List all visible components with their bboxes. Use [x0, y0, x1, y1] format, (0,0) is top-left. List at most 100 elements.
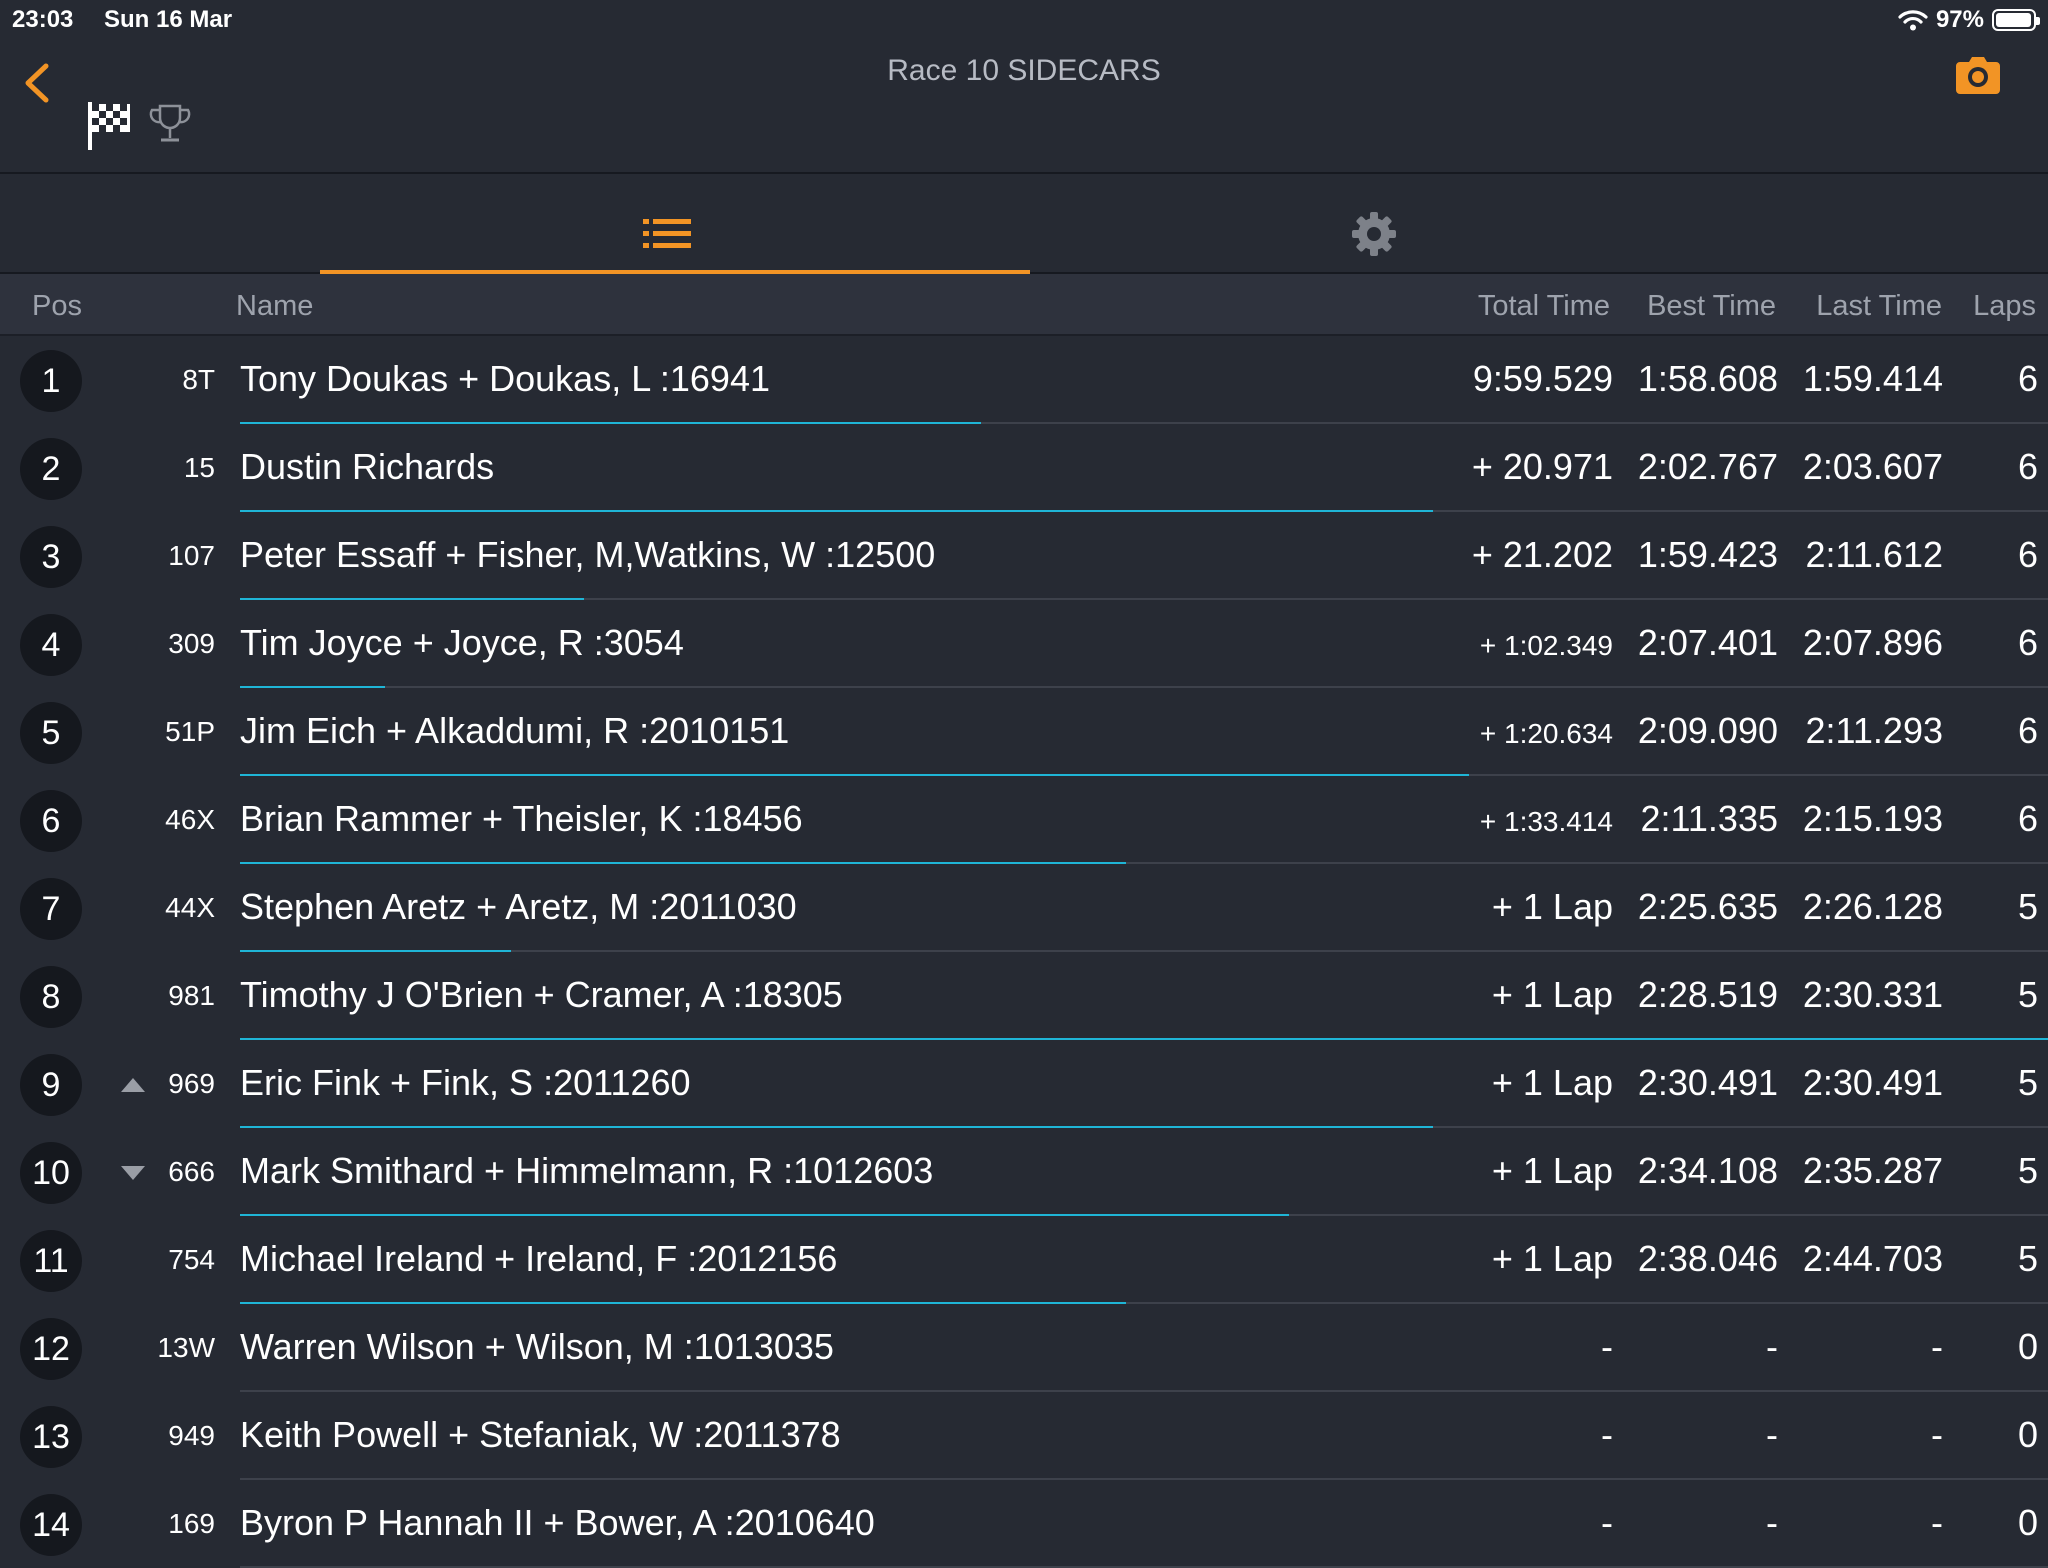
header-last-time[interactable]: Last Time: [1816, 290, 1942, 323]
status-right: 97%: [1898, 6, 2040, 34]
header-best-time[interactable]: Best Time: [1647, 290, 1776, 323]
camera-icon: [1956, 57, 2000, 94]
last-time: 1:59.414: [1802, 358, 1943, 399]
rider-name: Stephen Aretz + Aretz, M :2011030: [240, 886, 797, 927]
results-list: 1 8T Tony Doukas + Doukas, L :16941 9:59.52…: [0, 336, 2048, 1568]
table-row[interactable]: 12 13W Warren Wilson + Wilson, M :1013035 -…: [0, 1304, 2048, 1392]
best-time: 2:30.491: [1637, 1062, 1778, 1103]
laps-count: 0: [2017, 1502, 2038, 1543]
rider-name: Dustin Richards: [240, 446, 495, 487]
header-laps[interactable]: Laps: [1973, 290, 2036, 323]
table-row[interactable]: 13 949 Keith Powell + Stefaniak, W :201137…: [0, 1392, 2048, 1480]
laps-count: 5: [2017, 974, 2038, 1015]
rider-name: Eric Fink + Fink, S :2011260: [240, 1062, 691, 1103]
position-badge: 1: [20, 350, 82, 412]
list-icon: [643, 219, 691, 248]
total-time: -: [1601, 1502, 1613, 1543]
laps-count: 5: [2017, 1062, 2038, 1103]
laps-count: 5: [2017, 1238, 2038, 1279]
rider-name: Brian Rammer + Theisler, K :18456: [240, 798, 803, 839]
last-time: 2:26.128: [1802, 886, 1943, 927]
table-row[interactable]: 2 15 Dustin Richards + 20.971 2:02.767 2:03.6…: [0, 424, 2048, 512]
position-badge: 13: [20, 1406, 82, 1468]
last-time: 2:30.331: [1802, 974, 1943, 1015]
rider-name: Michael Ireland + Ireland, F :2012156: [240, 1238, 838, 1279]
laps-count: 6: [2017, 710, 2038, 751]
rider-name: Peter Essaff + Fisher, M,Watkins, W :125…: [240, 534, 936, 575]
laps-count: 6: [2017, 798, 2038, 839]
table-row[interactable]: 10 666 Mark Smithard + Himmelmann, R :1012…: [0, 1128, 2048, 1216]
position-badge: 14: [20, 1494, 82, 1556]
header-name[interactable]: Name: [236, 290, 313, 323]
position-badge: 4: [20, 614, 82, 676]
position-badge: 12: [20, 1318, 82, 1380]
position-badge: 7: [20, 878, 82, 940]
position-badge: 8: [20, 966, 82, 1028]
race-number: 309: [168, 628, 215, 659]
last-time: -: [1931, 1326, 1943, 1367]
total-time: + 1 Lap: [1491, 1062, 1613, 1103]
table-row[interactable]: 11 754 Michael Ireland + Ireland, F :20121…: [0, 1216, 2048, 1304]
last-time: -: [1931, 1502, 1943, 1543]
total-time: + 21.202: [1471, 534, 1613, 575]
gear-icon: [1352, 212, 1396, 256]
table-row[interactable]: 14 169 Byron P Hannah II + Bower, A :20106…: [0, 1480, 2048, 1568]
position-badge: 9: [20, 1054, 82, 1116]
header-total-time[interactable]: Total Time: [1478, 290, 1610, 323]
laps-count: 6: [2017, 358, 2038, 399]
last-time: 2:30.491: [1802, 1062, 1943, 1103]
best-time: 2:09.090: [1637, 710, 1778, 751]
table-row[interactable]: 9 969 Eric Fink + Fink, S :2011260 + 1 Lap 2…: [0, 1040, 2048, 1128]
total-time: + 1 Lap: [1491, 886, 1613, 927]
rider-name: Jim Eich + Alkaddumi, R :2010151: [240, 710, 790, 751]
rider-name: Tony Doukas + Doukas, L :16941: [240, 358, 770, 399]
position-badge: 2: [20, 438, 82, 500]
last-time: 2:11.612: [1805, 534, 1943, 575]
last-time: 2:07.896: [1802, 622, 1943, 663]
rider-name: Warren Wilson + Wilson, M :1013035: [240, 1326, 834, 1367]
race-number: 13W: [157, 1332, 215, 1363]
position-badge: 3: [20, 526, 82, 588]
best-time: -: [1766, 1502, 1778, 1543]
rider-name: Tim Joyce + Joyce, R :3054: [240, 622, 684, 663]
table-row[interactable]: 8 981 Timothy J O'Brien + Cramer, A :18305…: [0, 952, 2048, 1040]
tab-results[interactable]: [320, 174, 1030, 274]
race-number: 51P: [165, 716, 215, 747]
trophy-icon[interactable]: [148, 102, 192, 148]
table-row[interactable]: 1 8T Tony Doukas + Doukas, L :16941 9:59.52…: [0, 336, 2048, 424]
race-number: 46X: [165, 804, 215, 835]
rider-name: Timothy J O'Brien + Cramer, A :18305: [240, 974, 843, 1015]
rider-name: Byron P Hannah II + Bower, A :2010640: [240, 1502, 875, 1543]
laps-count: 5: [2017, 886, 2038, 927]
table-row[interactable]: 4 309 Tim Joyce + Joyce, R :3054 + 1:02.349…: [0, 600, 2048, 688]
status-date: Sun 16 Mar: [104, 6, 233, 33]
best-time: 2:34.108: [1637, 1150, 1778, 1191]
table-row[interactable]: 7 44X Stephen Aretz + Aretz, M :2011030 + 1…: [0, 864, 2048, 952]
table-row[interactable]: 3 107 Peter Essaff + Fisher, M,Watkins, W …: [0, 512, 2048, 600]
position-badge: 11: [20, 1230, 82, 1292]
battery-icon: [1992, 9, 2040, 31]
header-pos[interactable]: Pos: [32, 290, 82, 323]
wifi-icon: [1898, 10, 1928, 31]
position-badge: 6: [20, 790, 82, 852]
table-row[interactable]: 6 46X Brian Rammer + Theisler, K :18456 + 1…: [0, 776, 2048, 864]
race-number: 107: [168, 540, 215, 571]
race-number: 981: [168, 980, 215, 1011]
last-time: 2:15.193: [1802, 798, 1943, 839]
best-time: 2:38.046: [1637, 1238, 1778, 1279]
checkered-flag-icon[interactable]: [86, 100, 134, 152]
status-bar: 23:03 Sun 16 Mar 97%: [0, 0, 2048, 40]
laps-count: 6: [2017, 534, 2038, 575]
last-time: 2:44.703: [1802, 1238, 1943, 1279]
camera-button[interactable]: [1954, 54, 2002, 98]
total-time: + 1:33.414: [1479, 806, 1613, 837]
nav-bar: Race 10 SIDECARS: [0, 40, 2048, 174]
total-time: 9:59.529: [1472, 358, 1613, 399]
total-time: + 1 Lap: [1491, 974, 1613, 1015]
race-number: 15: [183, 452, 215, 483]
best-time: 1:59.423: [1637, 534, 1778, 575]
tab-settings[interactable]: [1030, 174, 1720, 274]
best-time: 2:28.519: [1637, 974, 1778, 1015]
laps-count: 6: [2017, 446, 2038, 487]
table-row[interactable]: 5 51P Jim Eich + Alkaddumi, R :2010151 + 1:…: [0, 688, 2048, 776]
